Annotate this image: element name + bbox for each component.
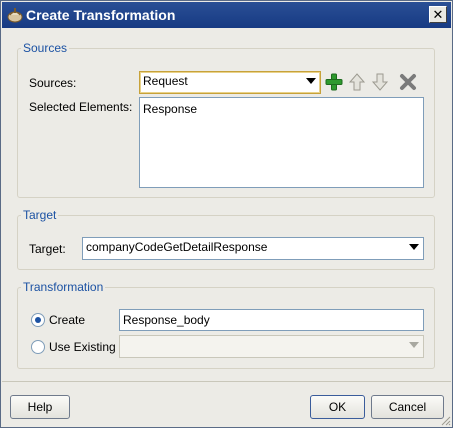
close-button[interactable]: ✕ — [429, 6, 447, 23]
help-button[interactable]: Help — [10, 395, 70, 419]
sources-section-title: Sources — [21, 41, 70, 55]
target-section-title: Target — [21, 208, 59, 222]
close-icon: ✕ — [432, 7, 444, 22]
window-title: Create Transformation — [26, 7, 176, 23]
chevron-down-icon — [409, 244, 419, 250]
radio-selected-dot — [35, 317, 41, 323]
cancel-button[interactable]: Cancel — [371, 395, 444, 419]
add-icon[interactable] — [325, 73, 343, 91]
create-transformation-dialog: Create Transformation ✕ Sources Sources:… — [0, 0, 453, 428]
transformation-section-title: Transformation — [21, 280, 106, 294]
selected-elements-label: Selected Elements: — [29, 100, 133, 114]
selected-elements-list[interactable]: Response — [139, 97, 424, 188]
resize-grip-icon[interactable] — [439, 414, 451, 426]
sources-dropdown[interactable]: Request — [139, 71, 321, 94]
title-bar[interactable]: Create Transformation ✕ — [2, 2, 451, 28]
create-radio-label[interactable]: Create — [49, 313, 85, 327]
ok-button-label: OK — [328, 400, 347, 414]
use-existing-dropdown[interactable] — [119, 335, 424, 358]
app-icon — [7, 8, 23, 23]
create-radio[interactable] — [31, 313, 45, 327]
use-existing-radio[interactable] — [31, 340, 45, 354]
ok-button[interactable]: OK — [310, 395, 365, 419]
footer-divider — [2, 381, 451, 382]
sources-dropdown-value: Request — [143, 74, 188, 88]
help-button-label: Help — [27, 400, 53, 414]
chevron-down-icon — [409, 342, 419, 348]
move-up-icon[interactable] — [348, 73, 366, 91]
sources-label: Sources: — [29, 76, 77, 90]
create-name-value: Response_body — [123, 313, 210, 327]
list-item[interactable]: Response — [143, 102, 197, 116]
target-dropdown-value: companyCodeGetDetailResponse — [86, 240, 268, 254]
chevron-down-icon — [306, 78, 316, 84]
target-dropdown[interactable]: companyCodeGetDetailResponse — [82, 237, 424, 260]
use-existing-radio-label[interactable]: Use Existing — [49, 340, 116, 354]
cancel-button-label: Cancel — [388, 400, 427, 414]
delete-icon[interactable] — [399, 73, 417, 91]
create-name-input[interactable]: Response_body — [119, 309, 424, 331]
move-down-icon[interactable] — [371, 73, 389, 91]
target-label: Target: — [29, 242, 66, 256]
